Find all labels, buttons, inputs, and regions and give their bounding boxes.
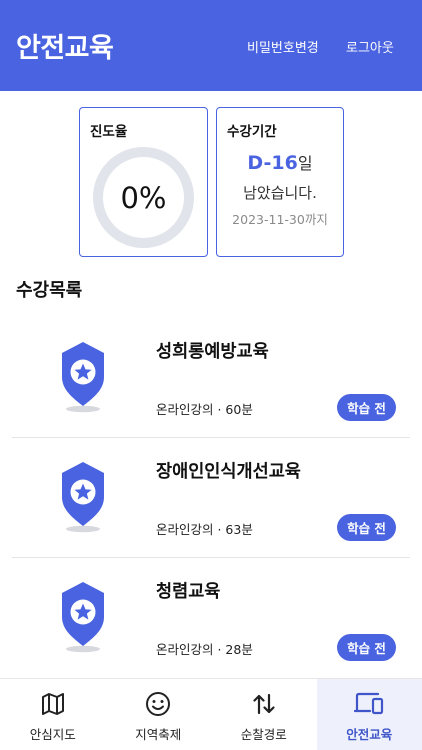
route-arrows-icon <box>253 693 275 715</box>
period-card: 수강기간 D-16일 남았습니다. 2023-11-30까지 <box>216 107 344 257</box>
course-status-button[interactable]: 학습 전 <box>337 394 396 421</box>
course-item[interactable]: 장애인인식개선교육 온라인강의 · 63분 학습 전 <box>12 438 410 558</box>
period-end-date: 2023-11-30까지 <box>232 212 328 227</box>
dday-suffix: 일 <box>297 154 313 173</box>
course-list-title: 수강목록 <box>16 280 83 301</box>
nav-tab-safe-map[interactable]: 안심지도 <box>0 679 106 750</box>
smile-icon <box>146 692 171 716</box>
course-meta: 온라인강의 · 28분 <box>156 642 253 657</box>
nav-tab-local-festival[interactable]: 지역축제 <box>106 679 212 750</box>
course-item[interactable]: 청렴교육 온라인강의 · 28분 학습 전 <box>12 558 410 678</box>
course-item[interactable]: 성희롱예방교육 온라인강의 · 60분 학습 전 <box>12 318 410 438</box>
location-pin-star-icon <box>62 582 104 653</box>
progress-card: 진도율 0% <box>79 107 208 257</box>
nav-label: 순찰경로 <box>240 727 287 742</box>
nav-tab-safety-education[interactable]: 안전교육 <box>316 679 422 750</box>
course-status-button[interactable]: 학습 전 <box>337 634 396 661</box>
devices-icon <box>354 692 384 715</box>
app-header: 안전교육 비밀번호변경 로그아웃 <box>0 0 422 91</box>
remain-text: 남았습니다. <box>243 184 317 202</box>
course-name: 청렴교육 <box>156 582 221 602</box>
course-status-button[interactable]: 학습 전 <box>337 514 396 541</box>
change-password-link[interactable]: 비밀번호변경 <box>247 37 319 56</box>
nav-label: 안전교육 <box>346 727 393 742</box>
location-pin-star-icon <box>62 342 104 413</box>
location-pin-star-icon <box>62 462 104 533</box>
bottom-navigation: 안심지도 지역축제 순찰경로 안전교육 <box>0 678 422 750</box>
nav-tab-patrol-route[interactable]: 순찰경로 <box>211 679 317 750</box>
nav-label: 안심지도 <box>29 727 76 742</box>
course-meta: 온라인강의 · 63분 <box>156 522 253 537</box>
progress-value: 0% <box>120 180 167 215</box>
nav-label: 지역축제 <box>135 727 182 742</box>
map-icon <box>41 693 64 715</box>
course-name: 성희롱예방교육 <box>156 342 269 362</box>
dday-count: D-16 <box>247 152 298 174</box>
period-card-title: 수강기간 <box>227 124 277 140</box>
dday-line: D-16일 <box>217 150 343 174</box>
course-meta: 온라인강의 · 60분 <box>156 402 253 417</box>
page-title: 안전교육 <box>16 33 114 64</box>
progress-card-title: 진도율 <box>90 124 128 140</box>
course-name: 장애인인식개선교육 <box>156 462 301 482</box>
logout-link[interactable]: 로그아웃 <box>346 37 394 56</box>
